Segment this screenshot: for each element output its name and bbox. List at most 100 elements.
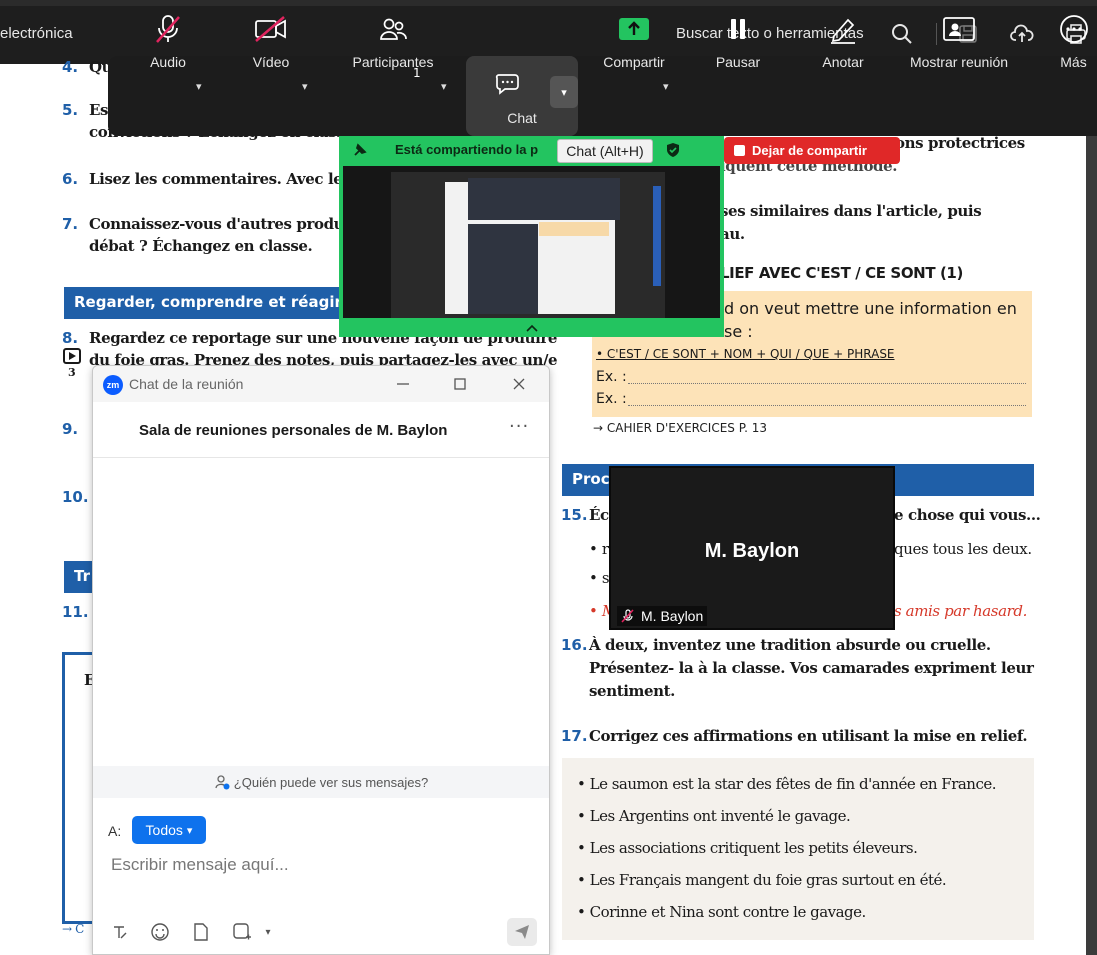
chat-label: Chat xyxy=(507,110,537,126)
format-text-icon[interactable] xyxy=(108,920,132,944)
message-list[interactable] xyxy=(93,458,549,766)
chevron-down-icon[interactable]: ▾ xyxy=(261,920,275,944)
chat-window-title: Chat de la reunión xyxy=(129,376,244,392)
document-title: electrónica xyxy=(0,25,73,42)
meeting-chat-window: zm Chat de la reunión Sala de reuniones … xyxy=(92,365,550,955)
grammar-text: se : xyxy=(724,322,753,341)
camera-off-icon xyxy=(254,0,288,48)
section-header-watch: Regarder, comprendre et réagir xyxy=(64,287,344,319)
chevron-down-icon[interactable]: ▾ xyxy=(302,80,308,93)
document-text: ons protectrices xyxy=(895,134,1025,152)
question-text: débat ? Échangez en classe. xyxy=(89,237,313,255)
chevron-down-icon: ▾ xyxy=(561,85,567,99)
bullet-text: ques tous les deux. xyxy=(894,540,1032,558)
question-text: Présentez- la à la classe. Vos camarades… xyxy=(589,659,1034,677)
pen-icon xyxy=(828,0,858,48)
participant-video-tile[interactable]: M. Baylon M. Baylon xyxy=(609,466,895,630)
annotate-label: Anotar xyxy=(822,54,864,70)
video-play-icon[interactable] xyxy=(63,348,81,364)
list-item-text: Le saumon est la star des fêtes de fin d… xyxy=(589,775,997,793)
participant-tag-text: M. Baylon xyxy=(641,608,704,624)
thumbnail-box xyxy=(539,222,609,236)
annotate-button[interactable]: Anotar xyxy=(812,0,874,80)
list-item: • Le saumon est la star des fêtes de fin… xyxy=(577,775,997,793)
chevron-down-icon[interactable]: ▾ xyxy=(663,80,669,93)
mic-muted-icon xyxy=(621,609,634,623)
participants-button[interactable]: Participantes xyxy=(346,0,440,80)
zoom-logo: zm xyxy=(103,375,123,395)
workbook-reference: → CAHIER D'EXERCICES P. 13 xyxy=(593,421,767,435)
grammar-frame xyxy=(62,652,92,924)
list-item-text: Corinne et Nina sont contre le gavage. xyxy=(589,903,867,921)
example-label: Ex. : xyxy=(596,369,627,385)
mic-muted-icon xyxy=(154,0,182,48)
document-text: ses similaires dans l'article, puis xyxy=(720,202,982,220)
recipient-select[interactable]: Todos ▾ xyxy=(132,816,206,844)
show-meeting-label: Mostrar reunión xyxy=(909,54,1009,70)
list-item-text: Les associations critiquent les petits é… xyxy=(589,839,918,857)
more-options-button[interactable]: ··· xyxy=(509,416,529,437)
question-text: À deux, inventez une tradition absurde o… xyxy=(589,636,991,654)
thumbnail-sidebar xyxy=(653,186,661,286)
question-number: 10. xyxy=(62,488,89,506)
stop-sharing-button[interactable]: Dejar de compartir xyxy=(724,137,900,164)
page-margin xyxy=(1086,64,1097,955)
question-number: 9. xyxy=(62,420,79,438)
video-index: 3 xyxy=(68,366,76,379)
recipient-value: Todos xyxy=(145,822,183,838)
screenshot-icon[interactable] xyxy=(230,920,254,944)
question-text: Éc xyxy=(589,506,609,524)
grammar-text: d on veut mettre une information en xyxy=(724,299,1017,318)
minimize-button[interactable] xyxy=(389,372,417,396)
participants-count: 1 xyxy=(413,66,421,80)
participant-name-tag: M. Baylon xyxy=(617,606,708,626)
message-visibility-hint[interactable]: ¿Quién puede ver sus mensajes? xyxy=(93,766,549,798)
send-button[interactable] xyxy=(507,918,537,946)
pin-icon[interactable] xyxy=(352,142,368,162)
chat-header: Sala de reuniones personales de M. Baylo… xyxy=(93,402,549,458)
list-item: • Les associations critiquent les petits… xyxy=(577,839,918,857)
close-button[interactable] xyxy=(505,372,533,396)
question-number: 15. xyxy=(561,506,588,524)
bullet-text: • r xyxy=(589,540,609,558)
audio-button[interactable]: Audio xyxy=(140,0,196,80)
chevron-up-icon xyxy=(525,324,538,332)
list-item: • Les Argentins ont inventé le gavage. xyxy=(577,807,851,825)
chevron-down-icon[interactable]: ▾ xyxy=(441,80,447,93)
chat-titlebar[interactable]: zm Chat de la reunión xyxy=(93,366,549,402)
pause-icon xyxy=(728,0,748,48)
thumbnail-chat xyxy=(468,224,538,314)
file-icon[interactable] xyxy=(189,920,213,944)
question-number: 6. xyxy=(62,170,79,188)
recipient-label: A: xyxy=(108,823,122,839)
stop-icon xyxy=(734,145,745,156)
thumbnail-toolbar xyxy=(468,178,620,220)
user-lock-icon xyxy=(215,775,230,790)
chat-options-button[interactable]: ▾ xyxy=(550,76,578,108)
collapse-preview-button[interactable] xyxy=(339,318,724,337)
room-name: Sala de reuniones personales de M. Baylo… xyxy=(139,422,448,439)
example-line xyxy=(628,405,1026,406)
sharing-status-text: Está compartiendo la p xyxy=(395,142,539,157)
chevron-down-icon[interactable]: ▾ xyxy=(196,80,202,93)
list-item-text: Les Français mangent du foie gras surtou… xyxy=(589,871,947,889)
more-button[interactable]: Más xyxy=(1050,0,1097,80)
question-number: 17. xyxy=(561,727,588,745)
question-number: 16. xyxy=(561,636,588,654)
maximize-button[interactable] xyxy=(446,372,474,396)
share-preview-thumbnail xyxy=(343,166,720,318)
stop-sharing-label: Dejar de compartir xyxy=(752,143,867,158)
show-meeting-button[interactable]: Mostrar reunión xyxy=(898,0,1020,80)
message-input[interactable] xyxy=(111,852,531,878)
pause-button[interactable]: Pausar xyxy=(708,0,768,80)
share-button[interactable]: Compartir xyxy=(594,0,674,80)
video-button[interactable]: Vídeo xyxy=(240,0,302,80)
list-item-text: Les Argentins ont inventé le gavage. xyxy=(589,807,851,825)
question-number: 4. xyxy=(62,58,79,76)
participants-label: Participantes xyxy=(352,54,434,70)
chat-icon xyxy=(495,56,549,104)
meeting-window-icon xyxy=(942,0,976,48)
share-screen-icon xyxy=(618,0,650,48)
question-text: Connaissez-vous d'autres produit xyxy=(89,215,357,233)
emoji-icon[interactable] xyxy=(148,920,172,944)
